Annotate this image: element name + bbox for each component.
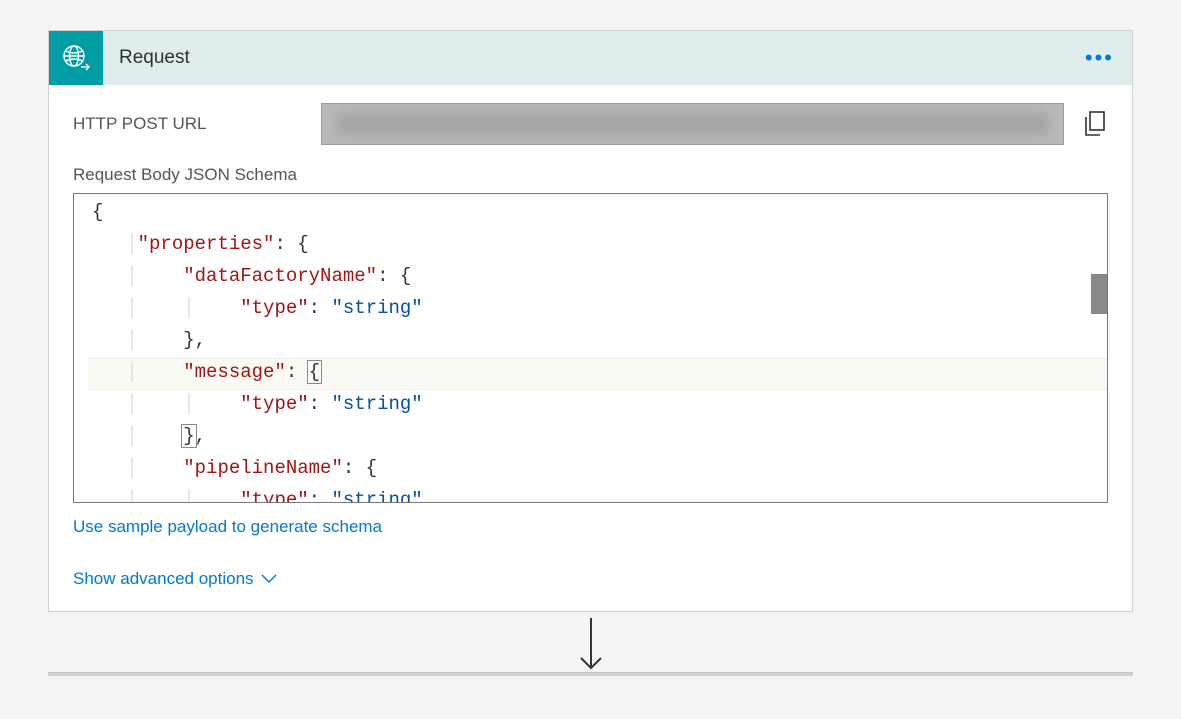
request-icon-tile bbox=[49, 31, 103, 85]
show-advanced-options-link[interactable]: Show advanced options bbox=[73, 569, 278, 589]
advanced-options-label: Show advanced options bbox=[73, 569, 254, 589]
request-trigger-card: Request ••• HTTP POST URL Request Body J… bbox=[48, 30, 1133, 612]
http-post-url-field[interactable] bbox=[321, 103, 1064, 145]
http-post-url-row: HTTP POST URL bbox=[73, 103, 1108, 145]
copy-icon bbox=[1083, 110, 1107, 138]
copy-url-button[interactable] bbox=[1082, 109, 1108, 139]
use-sample-payload-link[interactable]: Use sample payload to generate schema bbox=[73, 517, 382, 537]
globe-request-icon bbox=[61, 43, 91, 73]
card-header[interactable]: Request ••• bbox=[49, 31, 1132, 85]
card-title: Request bbox=[119, 47, 190, 69]
more-menu-button[interactable]: ••• bbox=[1085, 47, 1114, 69]
code-content: { │"properties": { │ "dataFactoryName": … bbox=[74, 194, 1107, 503]
schema-label: Request Body JSON Schema bbox=[73, 165, 1108, 185]
chevron-down-icon bbox=[260, 573, 278, 585]
arrow-down-icon bbox=[571, 618, 611, 678]
card-body: HTTP POST URL Request Body JSON Schema {… bbox=[49, 85, 1132, 611]
flow-connector-arrow bbox=[48, 612, 1133, 672]
http-post-url-label: HTTP POST URL bbox=[73, 114, 303, 134]
json-schema-editor[interactable]: { │"properties": { │ "dataFactoryName": … bbox=[73, 193, 1108, 503]
